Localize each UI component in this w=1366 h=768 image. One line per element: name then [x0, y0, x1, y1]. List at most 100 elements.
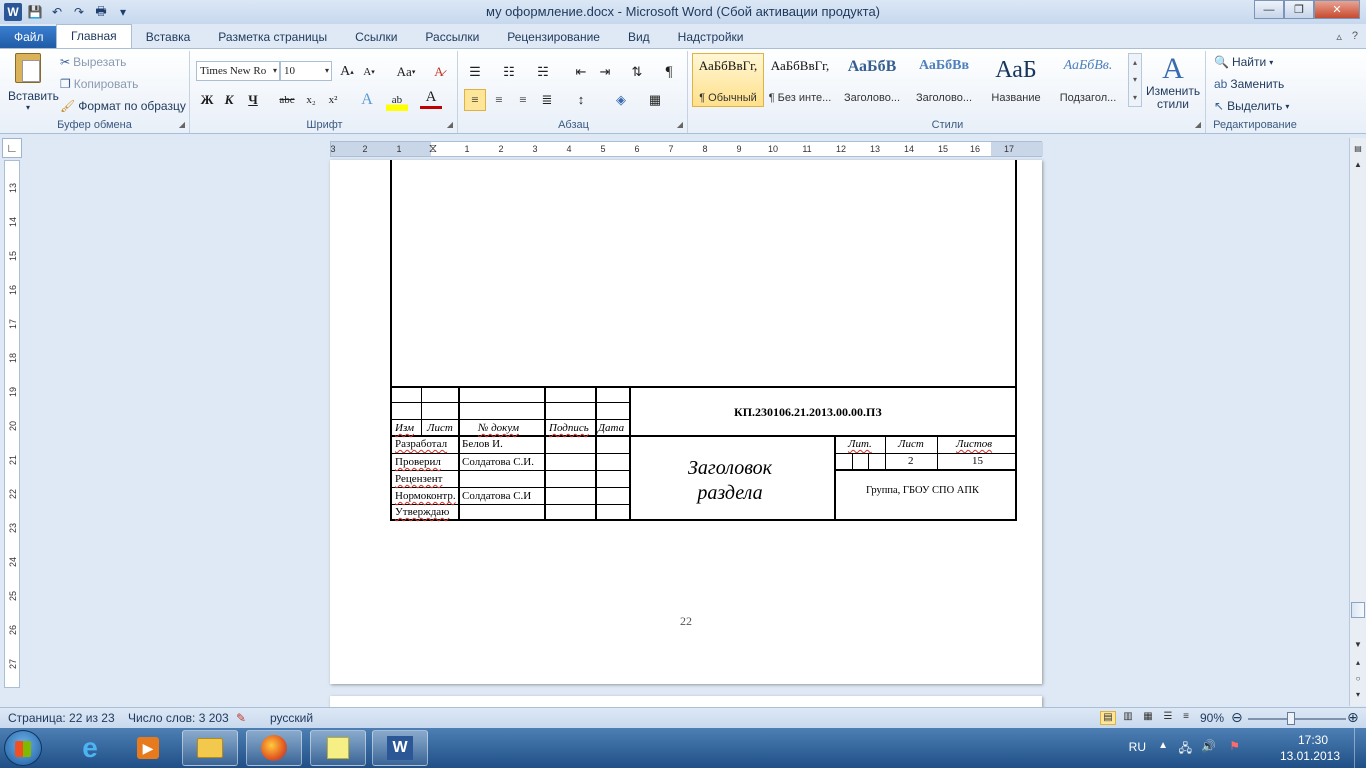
horizontal-ruler[interactable]: 3 2 1 ⧖ 1 2 3 4 5 6 7 8 9 10 11 12 13 14… — [330, 141, 1043, 157]
strikethrough-button[interactable]: abc — [276, 89, 298, 111]
media-player-icon[interactable]: ▶ — [120, 730, 176, 766]
word-logo-icon[interactable]: W — [4, 3, 22, 21]
page-indicator[interactable]: Страница: 22 из 23 — [8, 711, 115, 725]
style-heading-2[interactable]: АаБбВв Заголово... — [908, 53, 980, 107]
tab-addins[interactable]: Надстройки — [664, 26, 758, 48]
subscript-button[interactable]: x₂ — [300, 89, 322, 111]
style-subtitle[interactable]: АаБбВв. Подзагол... — [1052, 53, 1124, 107]
cut-button[interactable]: ✂ Вырезать — [60, 55, 126, 69]
font-size-select[interactable]: 10 ▾ — [280, 61, 332, 81]
font-launcher-icon[interactable]: ◢ — [447, 120, 453, 129]
clock-date[interactable]: 13.01.2013 — [1280, 749, 1340, 763]
italic-button[interactable]: К — [218, 89, 240, 111]
volume-icon[interactable]: 🔊 — [1201, 739, 1216, 753]
zoom-level[interactable]: 90% — [1200, 711, 1224, 725]
replace-button[interactable]: ab Заменить — [1214, 77, 1284, 91]
word-taskbar-icon[interactable]: W — [372, 730, 428, 766]
paste-button[interactable]: Вставить ▾ — [8, 53, 59, 112]
browse-object-icon[interactable]: ○ — [1351, 672, 1365, 686]
styles-gallery-scroll[interactable]: ▴ ▾ ▾ — [1128, 53, 1142, 107]
zoom-out-icon[interactable]: ⊖ — [1231, 709, 1243, 726]
indent-marker-icon[interactable]: ⧖ — [429, 141, 437, 156]
sticky-notes-icon[interactable] — [310, 730, 366, 766]
select-button[interactable]: ↖ Выделить ▾ — [1214, 99, 1289, 113]
align-center-icon[interactable]: ≡ — [488, 89, 510, 111]
draft-view-icon[interactable]: ≡ — [1178, 711, 1194, 725]
clock-time[interactable]: 17:30 — [1298, 733, 1328, 747]
underline-button[interactable]: Ч — [242, 89, 264, 111]
reading-view-icon[interactable]: ▥ — [1120, 711, 1136, 725]
vertical-ruler[interactable]: 13 14 15 16 17 18 19 20 21 22 23 24 25 2… — [4, 160, 20, 688]
change-case-button[interactable]: Aa ▾ — [392, 61, 420, 83]
show-marks-button[interactable]: ¶ — [658, 61, 680, 83]
tab-selector[interactable]: ∟ — [2, 138, 22, 158]
show-desktop-button[interactable] — [1354, 728, 1366, 768]
scroll-thumb[interactable] — [1351, 602, 1365, 618]
scroll-down-icon[interactable]: ▼ — [1351, 638, 1365, 652]
spelling-check-icon[interactable]: ✎ — [236, 711, 246, 725]
internet-explorer-icon[interactable]: e — [62, 730, 118, 766]
tab-page-layout[interactable]: Разметка страницы — [204, 26, 341, 48]
close-button[interactable]: ✕ — [1314, 0, 1360, 19]
zoom-slider-track[interactable] — [1248, 718, 1346, 720]
grow-font-button[interactable]: A ▴ — [336, 61, 358, 83]
web-layout-icon[interactable]: ▦ — [1140, 711, 1156, 725]
borders-icon[interactable]: ▦ — [644, 89, 666, 111]
style-heading-1[interactable]: АаБбВ Заголово... — [836, 53, 908, 107]
line-spacing-icon[interactable]: ↕ — [570, 89, 592, 111]
minimize-ribbon-icon[interactable]: ▵ — [1336, 30, 1342, 43]
tab-home[interactable]: Главная — [56, 24, 132, 48]
justify-icon[interactable]: ≣ — [536, 89, 558, 111]
help-icon[interactable]: ? — [1352, 30, 1358, 43]
start-button[interactable] — [4, 730, 42, 766]
tray-expand-icon[interactable]: ▲ — [1158, 740, 1168, 751]
redo-icon[interactable]: ↷ — [70, 3, 88, 21]
styles-launcher-icon[interactable]: ◢ — [1195, 120, 1201, 129]
highlight-icon[interactable]: ab — [386, 89, 408, 111]
outline-view-icon[interactable]: ☰ — [1160, 711, 1176, 725]
restore-button[interactable]: ❐ — [1284, 0, 1314, 19]
paragraph-launcher-icon[interactable]: ◢ — [677, 120, 683, 129]
zoom-in-icon[interactable]: ⊕ — [1347, 709, 1359, 726]
scroll-down-icon[interactable]: ▾ — [1133, 75, 1137, 84]
tab-view[interactable]: Вид — [614, 26, 664, 48]
style-normal[interactable]: АаБбВвГг, ¶ Обычный — [692, 53, 764, 107]
copy-button[interactable]: ❐ Копировать — [60, 77, 138, 91]
language-tray[interactable]: RU — [1129, 740, 1146, 754]
scroll-up-icon[interactable]: ▴ — [1133, 58, 1137, 67]
minimize-button[interactable]: — — [1254, 0, 1284, 19]
save-icon[interactable]: 💾 — [26, 3, 44, 21]
style-title[interactable]: АаБ Название — [980, 53, 1052, 107]
more-styles-icon[interactable]: ▾ — [1133, 93, 1137, 102]
align-left-icon[interactable]: ≡ — [464, 89, 486, 111]
ruler-toggle-icon[interactable]: ▤ — [1351, 142, 1365, 156]
shading-icon[interactable]: ◈ — [610, 89, 632, 111]
zoom-slider-thumb[interactable] — [1287, 712, 1295, 725]
next-page-icon[interactable]: ▾ — [1351, 688, 1365, 702]
increase-indent-icon[interactable]: ⇥ — [594, 61, 616, 83]
print-layout-icon[interactable]: ▤ — [1100, 711, 1116, 725]
tab-references[interactable]: Ссылки — [341, 26, 411, 48]
document-page[interactable]: Изм Лист № докум Подпись Дата Разработал… — [330, 160, 1042, 684]
sort-icon[interactable]: ⇅ — [626, 61, 648, 83]
clipboard-launcher-icon[interactable]: ◢ — [179, 120, 185, 129]
multilevel-list-icon[interactable]: ☵ — [532, 61, 554, 83]
numbering-icon[interactable]: ☷ — [498, 61, 520, 83]
undo-icon[interactable]: ↶ — [48, 3, 66, 21]
prev-page-icon[interactable]: ▴ — [1351, 656, 1365, 670]
scroll-up-icon[interactable]: ▲ — [1351, 158, 1365, 172]
print-preview-icon[interactable]: 🖶 — [92, 3, 110, 21]
explorer-icon[interactable] — [182, 730, 238, 766]
bullets-icon[interactable]: ☰ — [464, 61, 486, 83]
style-no-spacing[interactable]: АаБбВвГг, ¶ Без инте... — [764, 53, 836, 107]
change-styles-button[interactable]: A Изменить стили — [1146, 53, 1200, 111]
tab-insert[interactable]: Вставка — [132, 26, 205, 48]
font-name-select[interactable]: Times New Ro ▾ — [196, 61, 280, 81]
network-icon[interactable]: 🖧 — [1179, 739, 1192, 760]
format-painter-button[interactable]: 🖌 Формат по образцу — [60, 99, 186, 113]
word-count[interactable]: Число слов: 3 203 — [128, 711, 229, 725]
tab-file[interactable]: Файл — [0, 26, 56, 48]
vertical-scrollbar[interactable]: ▤ ▲ ▼ ▴ ○ ▾ — [1349, 138, 1366, 706]
superscript-button[interactable]: x² — [322, 89, 344, 111]
language-indicator[interactable]: русский — [270, 711, 313, 725]
